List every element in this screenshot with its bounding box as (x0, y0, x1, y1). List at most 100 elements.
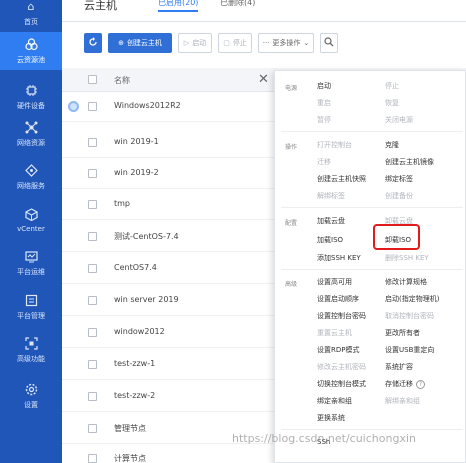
menu-divider (281, 429, 463, 430)
menu-item-unbind-affinity[interactable]: 解绑亲和组 (385, 396, 420, 406)
sidebar: ⌂ 首页 云资源池 硬件设备 网络资源 网络服务 vCenter 平台运维 平台… (0, 0, 62, 463)
sidebar-item-platform[interactable]: 平台管理 (0, 288, 62, 326)
network-service-icon (24, 163, 38, 177)
tab-enabled[interactable]: 已启用(20) (158, 0, 199, 12)
menu-item-set-ha[interactable]: 设置高可用 (317, 277, 352, 287)
vm-name[interactable]: 管理节点 (114, 423, 146, 434)
vm-name[interactable]: test-zzw-2 (114, 391, 155, 400)
menu-item-start[interactable]: 启动 (317, 81, 331, 91)
sidebar-item-hardware[interactable]: 硬件设备 (0, 78, 62, 116)
menu-item-storage-migrate[interactable]: 存储迁移? (385, 379, 425, 389)
menu-item-bind-affinity[interactable]: 绑定亲和组 (317, 396, 352, 406)
menu-divider (281, 131, 463, 132)
vm-name[interactable]: win 2019-1 (114, 137, 159, 146)
row-checkbox[interactable] (88, 200, 97, 209)
row-checkbox[interactable] (88, 138, 97, 147)
sidebar-item-home[interactable]: ⌂ 首页 (0, 0, 62, 32)
menu-item-system-expand[interactable]: 系统扩容 (385, 362, 413, 372)
gear-icon (24, 382, 38, 396)
menu-item-change-owner[interactable]: 更改所有者 (385, 328, 420, 338)
menu-item-bind-tag[interactable]: 绑定标签 (385, 174, 413, 184)
vm-name[interactable]: 计算节点 (114, 453, 146, 463)
menu-item-create-image[interactable]: 创建云主机镜像 (385, 157, 434, 167)
menu-item-cancel-console-pwd[interactable]: 取消控制台密码 (385, 311, 434, 321)
sidebar-item-vcenter[interactable]: vCenter (0, 201, 62, 239)
vm-name[interactable]: test-zzw-1 (114, 359, 155, 368)
refresh-icon (88, 37, 98, 49)
menu-divider (281, 207, 463, 208)
sidebar-item-network-service[interactable]: 网络服务 (0, 158, 62, 196)
menu-item-unbind-tag[interactable]: 解绑标签 (317, 191, 345, 201)
row-checkbox[interactable] (88, 454, 97, 463)
menu-item-change-system[interactable]: 更换系统 (317, 413, 345, 423)
vm-name[interactable]: window2012 (114, 327, 165, 336)
select-all-checkbox[interactable] (88, 75, 97, 84)
vm-name[interactable]: tmp (114, 199, 130, 208)
menu-item-change-spec[interactable]: 修改计算规格 (385, 277, 427, 287)
sidebar-item-settings[interactable]: 设置 (0, 377, 62, 415)
menu-item-open-console[interactable]: 打开控制台 (317, 140, 352, 150)
stop-icon: ▢ (223, 39, 230, 47)
help-icon[interactable]: ? (416, 380, 425, 389)
menu-item-set-rdp[interactable]: 设置RDP模式 (317, 345, 359, 355)
menu-item-pause[interactable]: 暂停 (317, 115, 331, 125)
close-icon[interactable]: ✕ (258, 72, 269, 87)
platform-icon (24, 293, 38, 307)
more-icon: ··· (262, 39, 270, 47)
row-checkbox[interactable] (88, 296, 97, 305)
home-icon: ⌂ (27, 0, 35, 13)
search-button[interactable] (320, 33, 338, 53)
row-checkbox[interactable] (88, 328, 97, 337)
menu-item-set-console-pwd[interactable]: 设置控制台密码 (317, 311, 366, 321)
menu-item-attach-volume[interactable]: 加载云盘 (317, 216, 345, 226)
sidebar-item-advanced[interactable]: 高级功能 (0, 331, 62, 369)
vm-name[interactable]: CentOS7.4 (114, 263, 157, 272)
network-icon (24, 120, 38, 134)
menu-item-create-backup[interactable]: 创建备份 (385, 191, 413, 201)
vm-name[interactable]: win 2019-2 (114, 168, 159, 177)
hardware-icon (24, 83, 38, 97)
menu-item-set-usb[interactable]: 设置USB重定向 (385, 345, 434, 355)
vm-name[interactable]: Windows2012R2 (114, 101, 181, 110)
menu-divider (281, 269, 463, 270)
menu-group-power: 电源 (285, 85, 298, 92)
chevron-down-icon: ⌄ (303, 39, 310, 47)
more-actions-button[interactable]: ··· 更多操作 ⌄ (258, 33, 314, 53)
refresh-button[interactable] (84, 33, 102, 53)
menu-item-create-snapshot[interactable]: 创建云主机快照 (317, 174, 366, 184)
menu-item-set-boot-order[interactable]: 设置启动顺序 (317, 294, 359, 304)
row-checkbox[interactable] (88, 360, 97, 369)
menu-item-add-ssh-key[interactable]: 添加SSH KEY (317, 253, 361, 263)
menu-item-modify-vm-pwd[interactable]: 修改云主机密码 (317, 362, 366, 372)
start-button[interactable]: ▷ 启动 (178, 33, 212, 53)
menu-item-power-off[interactable]: 关闭电源 (385, 115, 413, 125)
row-checkbox[interactable] (88, 102, 97, 111)
menu-item-boot-pm[interactable]: 启动(指定物理机) (385, 294, 439, 304)
menu-item-stop[interactable]: 停止 (385, 81, 399, 91)
vm-name[interactable]: 测试-CentOS-7.4 (114, 231, 179, 242)
row-checkbox[interactable] (88, 392, 97, 401)
menu-item-switch-console-mode[interactable]: 切换控制台模式 (317, 379, 366, 389)
sidebar-item-ops[interactable]: 平台运维 (0, 244, 62, 282)
menu-item-reset-vm[interactable]: 重置云主机 (317, 328, 352, 338)
row-checkbox[interactable] (88, 424, 97, 433)
cloud-pool-icon (24, 37, 38, 51)
vm-name[interactable]: win server 2019 (114, 295, 179, 304)
create-vm-button[interactable]: ⊕ 创建云主机 (108, 33, 172, 53)
menu-item-migrate[interactable]: 迁移 (317, 157, 331, 167)
page-header: 云主机 已启用(20) 已删除(4) (62, 0, 466, 22)
tab-deleted[interactable]: 已删除(4) (220, 0, 255, 8)
menu-item-remove-ssh-key[interactable]: 删除SSH KEY (385, 253, 429, 263)
ops-icon (24, 249, 38, 263)
menu-item-reboot[interactable]: 重启 (317, 98, 331, 108)
sidebar-item-cloud-pool[interactable]: 云资源池 (0, 32, 62, 70)
menu-item-clone[interactable]: 克隆 (385, 140, 399, 150)
row-checkbox[interactable] (88, 169, 97, 178)
stop-button[interactable]: ▢ 停止 (218, 33, 252, 53)
search-icon (324, 37, 334, 49)
row-checkbox[interactable] (88, 232, 97, 241)
menu-item-attach-iso[interactable]: 加载ISO (317, 235, 343, 245)
row-checkbox[interactable] (88, 264, 97, 273)
menu-item-resume[interactable]: 恢复 (385, 98, 399, 108)
sidebar-item-network[interactable]: 网络资源 (0, 115, 62, 153)
